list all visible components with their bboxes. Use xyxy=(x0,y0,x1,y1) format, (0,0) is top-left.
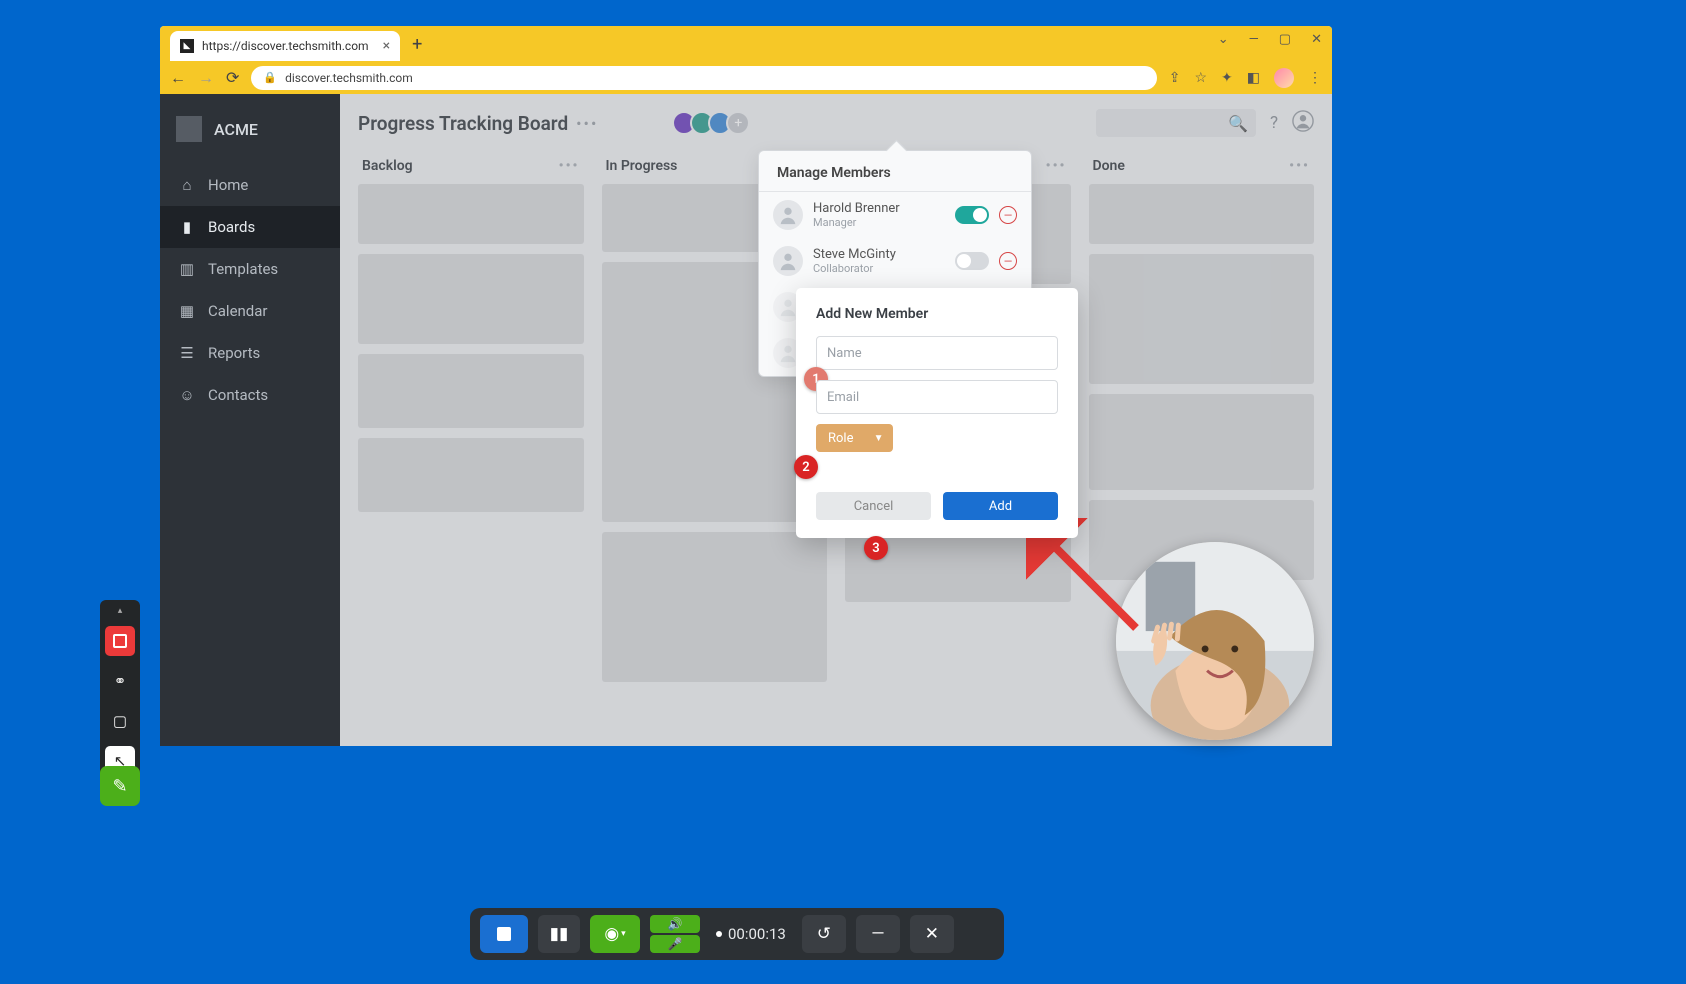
add-button[interactable]: Add xyxy=(943,492,1058,520)
member-toggle[interactable] xyxy=(955,252,989,270)
modal-title: Add New Member xyxy=(816,306,1058,322)
sidebar-item-label: Templates xyxy=(208,260,278,278)
webcam-overlay[interactable] xyxy=(1116,542,1314,740)
member-toggle[interactable] xyxy=(955,206,989,224)
back-icon[interactable]: ← xyxy=(170,68,186,88)
region-icon[interactable]: ▢ xyxy=(105,706,135,736)
remove-member-icon[interactable]: — xyxy=(999,252,1017,270)
recording-dot-icon xyxy=(716,931,722,937)
url-text: discover.techsmith.com xyxy=(285,71,413,85)
panel-icon[interactable]: ◧ xyxy=(1247,70,1260,86)
sidebar-item-label: Calendar xyxy=(208,302,268,320)
mic-icon[interactable]: 🎤 xyxy=(650,935,700,953)
brand[interactable]: ACME xyxy=(160,110,340,164)
popover-title: Manage Members xyxy=(759,151,1031,192)
close-tab-icon[interactable]: × xyxy=(383,38,390,54)
lock-icon: 🔒 xyxy=(263,71,277,84)
timer-value: 00:00:13 xyxy=(728,925,786,943)
forward-icon[interactable]: → xyxy=(198,68,214,88)
reports-icon: ☰ xyxy=(178,344,196,362)
home-icon: ⌂ xyxy=(178,176,196,194)
member-role: Collaborator xyxy=(813,262,945,275)
sidebar-item-label: Home xyxy=(208,176,248,194)
effects-icon[interactable]: ⚭ xyxy=(105,666,135,696)
sidebar-item-label: Reports xyxy=(208,344,260,362)
sidebar-item-calendar[interactable]: ▦ Calendar xyxy=(160,290,340,332)
close-window-icon[interactable]: ✕ xyxy=(1311,32,1322,47)
webcam-toggle[interactable]: ◉▾ xyxy=(590,915,640,953)
bookmark-icon[interactable]: ☆ xyxy=(1194,70,1207,86)
delete-button[interactable]: — xyxy=(856,915,900,953)
sidebar-item-templates[interactable]: ▥ Templates xyxy=(160,248,340,290)
new-tab-button[interactable]: + xyxy=(412,34,422,55)
step-badge-2: 2 xyxy=(794,455,818,479)
member-avatar xyxy=(773,200,803,230)
sidebar: ACME ⌂ Home ▮ Boards ▥ Templates ▦ Calen… xyxy=(160,94,340,746)
sidebar-item-contacts[interactable]: ☺ Contacts xyxy=(160,374,340,416)
favicon-icon: ◣ xyxy=(180,39,194,53)
pause-button[interactable]: ▮▮ xyxy=(538,915,580,953)
maximize-icon[interactable]: ▢ xyxy=(1279,32,1291,47)
add-member-modal: Add New Member 1 2 Role ▼ 3 C xyxy=(796,288,1078,538)
window-dropdown-icon[interactable]: ⌄ xyxy=(1218,32,1229,47)
minimize-icon[interactable]: — xyxy=(1249,32,1259,47)
step-badge-3: 3 xyxy=(864,536,888,560)
window-controls: ⌄ — ▢ ✕ xyxy=(1218,32,1322,47)
restart-button[interactable]: ↺ xyxy=(802,915,846,953)
member-name: Harold Brenner xyxy=(813,201,945,216)
address-bar: ← → ⟳ 🔒 discover.techsmith.com ⇪ ☆ ✦ ◧ ⋮ xyxy=(160,61,1332,94)
sidebar-item-reports[interactable]: ☰ Reports xyxy=(160,332,340,374)
logo-icon xyxy=(176,116,202,142)
audio-controls[interactable]: 🔊 🎤 xyxy=(650,915,700,953)
member-row: Steve McGinty Collaborator — xyxy=(759,238,1031,284)
member-row: Harold Brenner Manager — xyxy=(759,192,1031,238)
reload-icon[interactable]: ⟳ xyxy=(226,68,239,87)
templates-icon: ▥ xyxy=(178,260,196,278)
browser-tab[interactable]: ◣ https://discover.techsmith.com × xyxy=(170,31,400,61)
calendar-icon: ▦ xyxy=(178,302,196,320)
contacts-icon: ☺ xyxy=(178,386,196,404)
sidebar-item-boards[interactable]: ▮ Boards xyxy=(160,206,340,248)
url-input[interactable]: 🔒 discover.techsmith.com xyxy=(251,66,1156,90)
extensions-icon[interactable]: ✦ xyxy=(1221,70,1233,86)
name-input[interactable] xyxy=(816,336,1058,370)
profile-avatar[interactable] xyxy=(1274,68,1294,88)
speaker-icon[interactable]: 🔊 xyxy=(650,915,700,933)
browser-menu-icon[interactable]: ⋮ xyxy=(1308,70,1322,86)
record-indicator-icon[interactable] xyxy=(105,626,135,656)
member-role: Manager xyxy=(813,216,945,229)
share-icon[interactable]: ⇪ xyxy=(1169,70,1181,86)
tab-title: https://discover.techsmith.com xyxy=(202,39,369,53)
email-input[interactable] xyxy=(816,380,1058,414)
sidebar-item-label: Boards xyxy=(208,218,255,236)
stop-button[interactable] xyxy=(480,915,528,953)
capture-tool-dock: ⚭ ▢ ↖ xyxy=(100,600,140,782)
sidebar-item-label: Contacts xyxy=(208,386,268,404)
role-label: Role xyxy=(828,431,853,446)
sidebar-item-home[interactable]: ⌂ Home xyxy=(160,164,340,206)
title-bar: ◣ https://discover.techsmith.com × + ⌄ —… xyxy=(160,26,1332,61)
annotate-button[interactable]: ✎ xyxy=(100,766,140,806)
chevron-down-icon: ▼ xyxy=(874,433,884,444)
brand-name: ACME xyxy=(214,120,258,139)
close-recorder-button[interactable]: ✕ xyxy=(910,915,954,953)
member-avatar xyxy=(773,246,803,276)
remove-member-icon[interactable]: — xyxy=(999,206,1017,224)
role-dropdown[interactable]: Role ▼ xyxy=(816,424,893,452)
record-timer: 00:00:13 xyxy=(716,925,786,943)
recorder-bar: ▮▮ ◉▾ 🔊 🎤 00:00:13 ↺ — ✕ xyxy=(470,908,1004,960)
member-name: Steve McGinty xyxy=(813,247,945,262)
cancel-button[interactable]: Cancel xyxy=(816,492,931,520)
boards-icon: ▮ xyxy=(178,218,196,236)
